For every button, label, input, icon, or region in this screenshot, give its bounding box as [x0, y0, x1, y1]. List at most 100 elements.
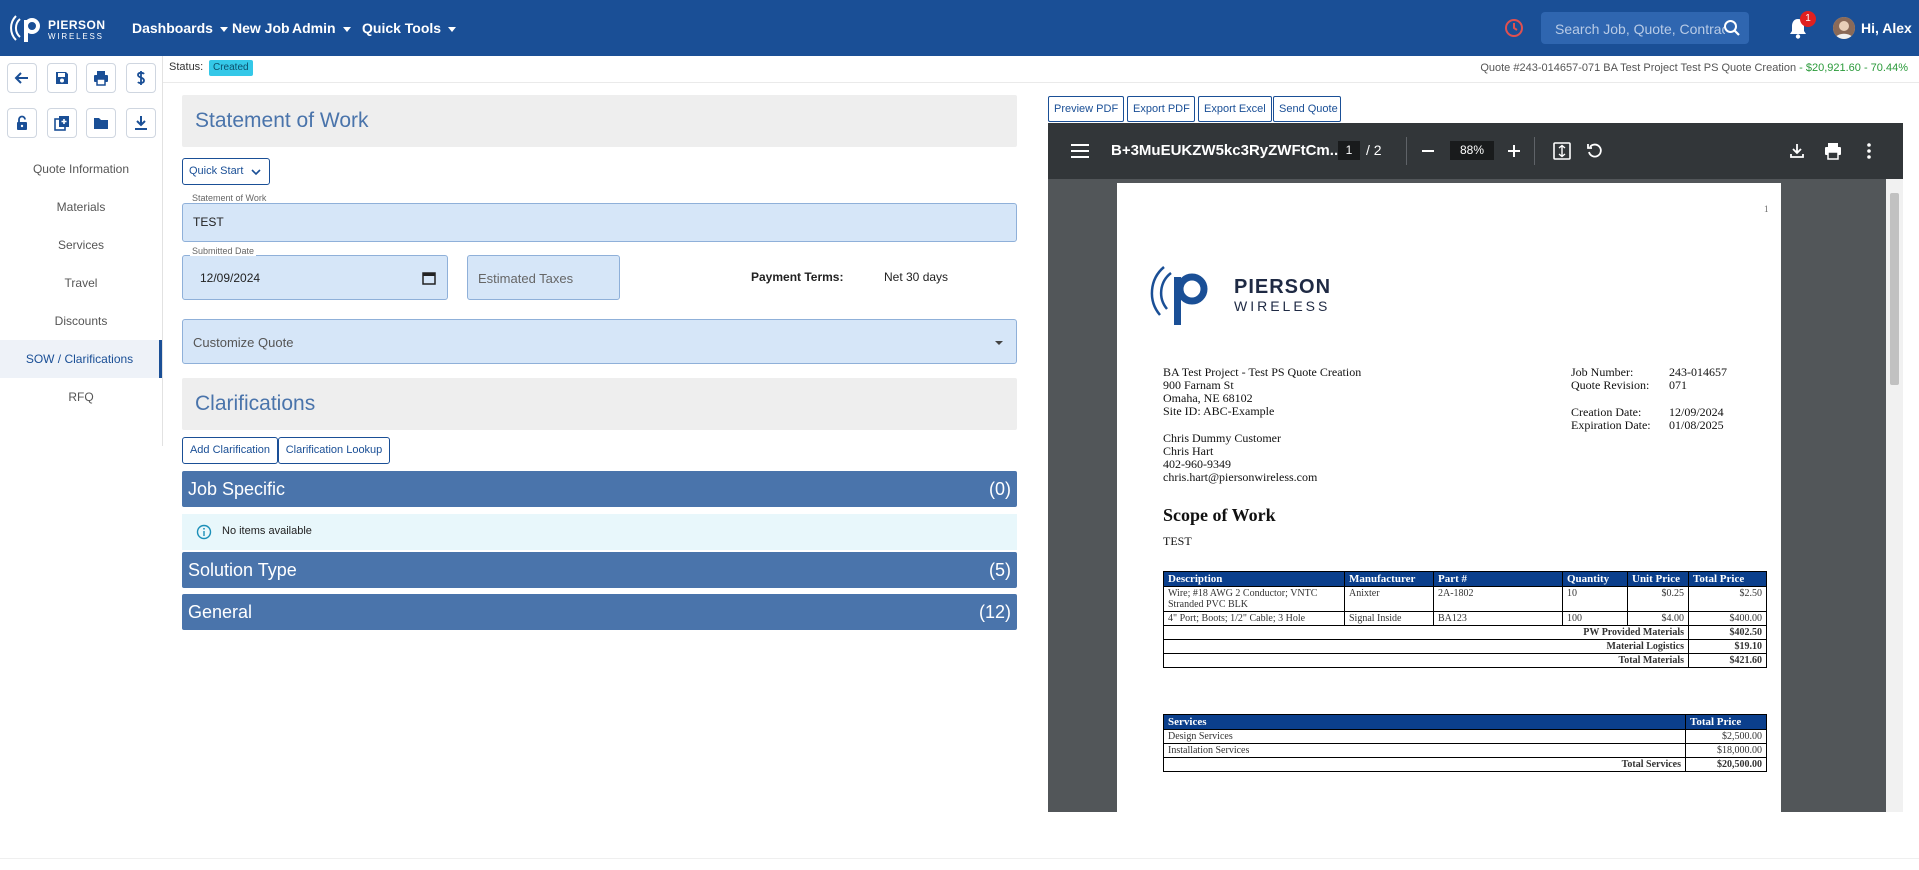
- download-icon[interactable]: [1789, 143, 1805, 159]
- customize-quote-select[interactable]: Customize Quote: [182, 319, 1017, 364]
- pdf-logo-text-wireless: WIRELESS: [1234, 298, 1331, 314]
- nav-admin-label: Admin: [292, 20, 336, 36]
- nav-admin[interactable]: Admin: [292, 0, 351, 56]
- save-button[interactable]: [47, 63, 77, 93]
- back-button[interactable]: [7, 63, 37, 93]
- zoom-out-icon[interactable]: [1421, 144, 1435, 158]
- sidebar-item-sow-clarifications[interactable]: SOW / Clarifications: [0, 340, 162, 378]
- print-button[interactable]: [86, 63, 116, 93]
- total-label: Total Services: [1163, 757, 1686, 772]
- page-total: / 2: [1366, 142, 1382, 158]
- global-search: [1541, 12, 1749, 46]
- notification-badge: 1: [1800, 11, 1816, 27]
- sidebar-item-travel[interactable]: Travel: [0, 264, 162, 302]
- pdf-logo: PIERSON WIRELESS: [1148, 255, 1348, 331]
- payment-terms-label: Payment Terms:: [751, 270, 844, 284]
- clock-icon[interactable]: [1502, 16, 1526, 40]
- quick-start-dropdown[interactable]: Quick Start: [182, 158, 270, 185]
- pricing-button[interactable]: [126, 63, 156, 93]
- pdf-meta-block: Job Number: 243-014657 Quote Revision: 071…: [1571, 366, 1727, 432]
- export-pdf-button[interactable]: Export PDF: [1127, 96, 1195, 122]
- table-cell: BA123: [1433, 611, 1563, 626]
- column-header: Part #: [1433, 571, 1563, 587]
- search-input[interactable]: [1553, 12, 1727, 46]
- user-avatar-icon: [1833, 17, 1855, 39]
- send-quote-button[interactable]: Send Quote: [1273, 96, 1341, 122]
- more-options-icon[interactable]: [1867, 143, 1871, 159]
- column-header: Services: [1163, 714, 1686, 730]
- preview-pdf-button[interactable]: Preview PDF: [1048, 96, 1124, 122]
- nav-new-job[interactable]: New Job: [232, 0, 290, 56]
- table-cell: 2A-1802: [1433, 586, 1563, 612]
- submitted-date-value: 12/09/2024: [200, 271, 261, 285]
- payment-terms-value: Net 30 days: [884, 270, 949, 284]
- accordion-solution-type[interactable]: Solution Type (5): [182, 552, 1017, 588]
- zoom-in-icon[interactable]: [1507, 144, 1521, 158]
- pdf-services-table: Services Total Price Design Services $2,…: [1163, 714, 1767, 772]
- accordion-job-specific[interactable]: Job Specific (0): [182, 471, 1017, 507]
- duplicate-button[interactable]: [47, 108, 77, 138]
- pdf-scrollbar-thumb[interactable]: [1890, 193, 1899, 385]
- sow-textarea[interactable]: TEST: [182, 203, 1017, 242]
- pdf-address-block: BA Test Project - Test PS Quote Creation…: [1163, 366, 1361, 418]
- table-total-row: PW Provided Materials $402.50: [1163, 625, 1767, 640]
- zoom-level[interactable]: 88%: [1450, 141, 1494, 160]
- add-clarification-button[interactable]: Add Clarification: [182, 437, 278, 464]
- pierson-logo-icon: [1150, 266, 1208, 325]
- sidebar-item-materials[interactable]: Materials: [0, 188, 162, 226]
- fit-page-icon[interactable]: [1553, 142, 1571, 160]
- accordion-general[interactable]: General (12): [182, 594, 1017, 630]
- table-cell: $18,000.00: [1685, 743, 1767, 758]
- quote-summary-text: Quote #243-014657-071 BA Test Project Te…: [1480, 62, 1797, 74]
- submitted-date-field[interactable]: 12/09/2024: [182, 255, 448, 300]
- download-button[interactable]: [126, 108, 156, 138]
- pdf-filename: B+3MuEUKZW5kc3RyZWFtCm...: [1111, 142, 1343, 159]
- calendar-icon[interactable]: [422, 271, 436, 285]
- total-value: $421.60: [1688, 653, 1767, 668]
- logo-text-pierson: PIERSON: [48, 18, 106, 32]
- accordion-count: (5): [989, 560, 1011, 580]
- logo-mark-icon: [10, 15, 40, 42]
- top-nav-bar: PIERSON WIRELESS Dashboards New Job Admi…: [0, 0, 1919, 56]
- sidebar-item-quote-information[interactable]: Quote Information: [0, 150, 162, 188]
- estimated-taxes-field[interactable]: Estimated Taxes: [467, 255, 620, 300]
- sidebar-item-services[interactable]: Services: [0, 226, 162, 264]
- clarification-lookup-button[interactable]: Clarification Lookup: [278, 437, 390, 464]
- table-cell: $4.00: [1627, 611, 1689, 626]
- pdf-viewer[interactable]: B+3MuEUKZW5kc3RyZWFtCm... 1 / 2 88% 1 PI…: [1048, 123, 1903, 812]
- nav-quick-tools-label: Quick Tools: [362, 20, 442, 36]
- accordion-title: Job Specific: [188, 479, 286, 499]
- total-value: $19.10: [1688, 639, 1767, 654]
- page-number-input[interactable]: 1: [1338, 141, 1360, 160]
- clarifications-section-header: Clarifications: [182, 378, 1017, 430]
- pdf-logo-text-pierson: PIERSON: [1234, 276, 1332, 298]
- table-cell: 10: [1562, 586, 1628, 612]
- sidebar-item-rfq[interactable]: RFQ: [0, 378, 162, 416]
- unlock-button[interactable]: [7, 108, 37, 138]
- info-icon: [196, 524, 212, 540]
- nav-quick-tools[interactable]: Quick Tools: [362, 0, 457, 56]
- pierson-wireless-logo[interactable]: PIERSON WIRELESS: [8, 8, 105, 48]
- pdf-toolbar: B+3MuEUKZW5kc3RyZWFtCm... 1 / 2 88%: [1048, 123, 1903, 179]
- table-cell: Signal Inside: [1344, 611, 1434, 626]
- avatar[interactable]: [1833, 17, 1855, 39]
- rotate-icon[interactable]: [1586, 142, 1604, 160]
- pdf-meta-value: 12/09/2024: [1669, 405, 1724, 419]
- sow-textarea-value: TEST: [193, 215, 224, 229]
- export-excel-button[interactable]: Export Excel: [1198, 96, 1272, 122]
- user-greeting[interactable]: Hi, Alex: [1861, 0, 1912, 56]
- table-row: Design Services $2,500.00: [1163, 729, 1767, 744]
- nav-dashboards[interactable]: Dashboards: [132, 0, 228, 56]
- table-total-row: Total Services $20,500.00: [1163, 757, 1767, 772]
- menu-icon[interactable]: [1071, 144, 1089, 158]
- nav-dashboards-label: Dashboards: [132, 20, 213, 36]
- toolbar-divider: [1406, 137, 1407, 165]
- folder-button[interactable]: [86, 108, 116, 138]
- print-icon[interactable]: [1824, 142, 1842, 160]
- status-label: Status:: [169, 61, 204, 73]
- search-icon[interactable]: [1723, 19, 1741, 37]
- sidebar-item-discounts[interactable]: Discounts: [0, 302, 162, 340]
- total-label: Material Logistics: [1163, 639, 1689, 654]
- table-header-row: Description Manufacturer Part # Quantity…: [1163, 571, 1767, 587]
- quote-amount: - $20,921.60 - 70.44%: [1796, 62, 1908, 74]
